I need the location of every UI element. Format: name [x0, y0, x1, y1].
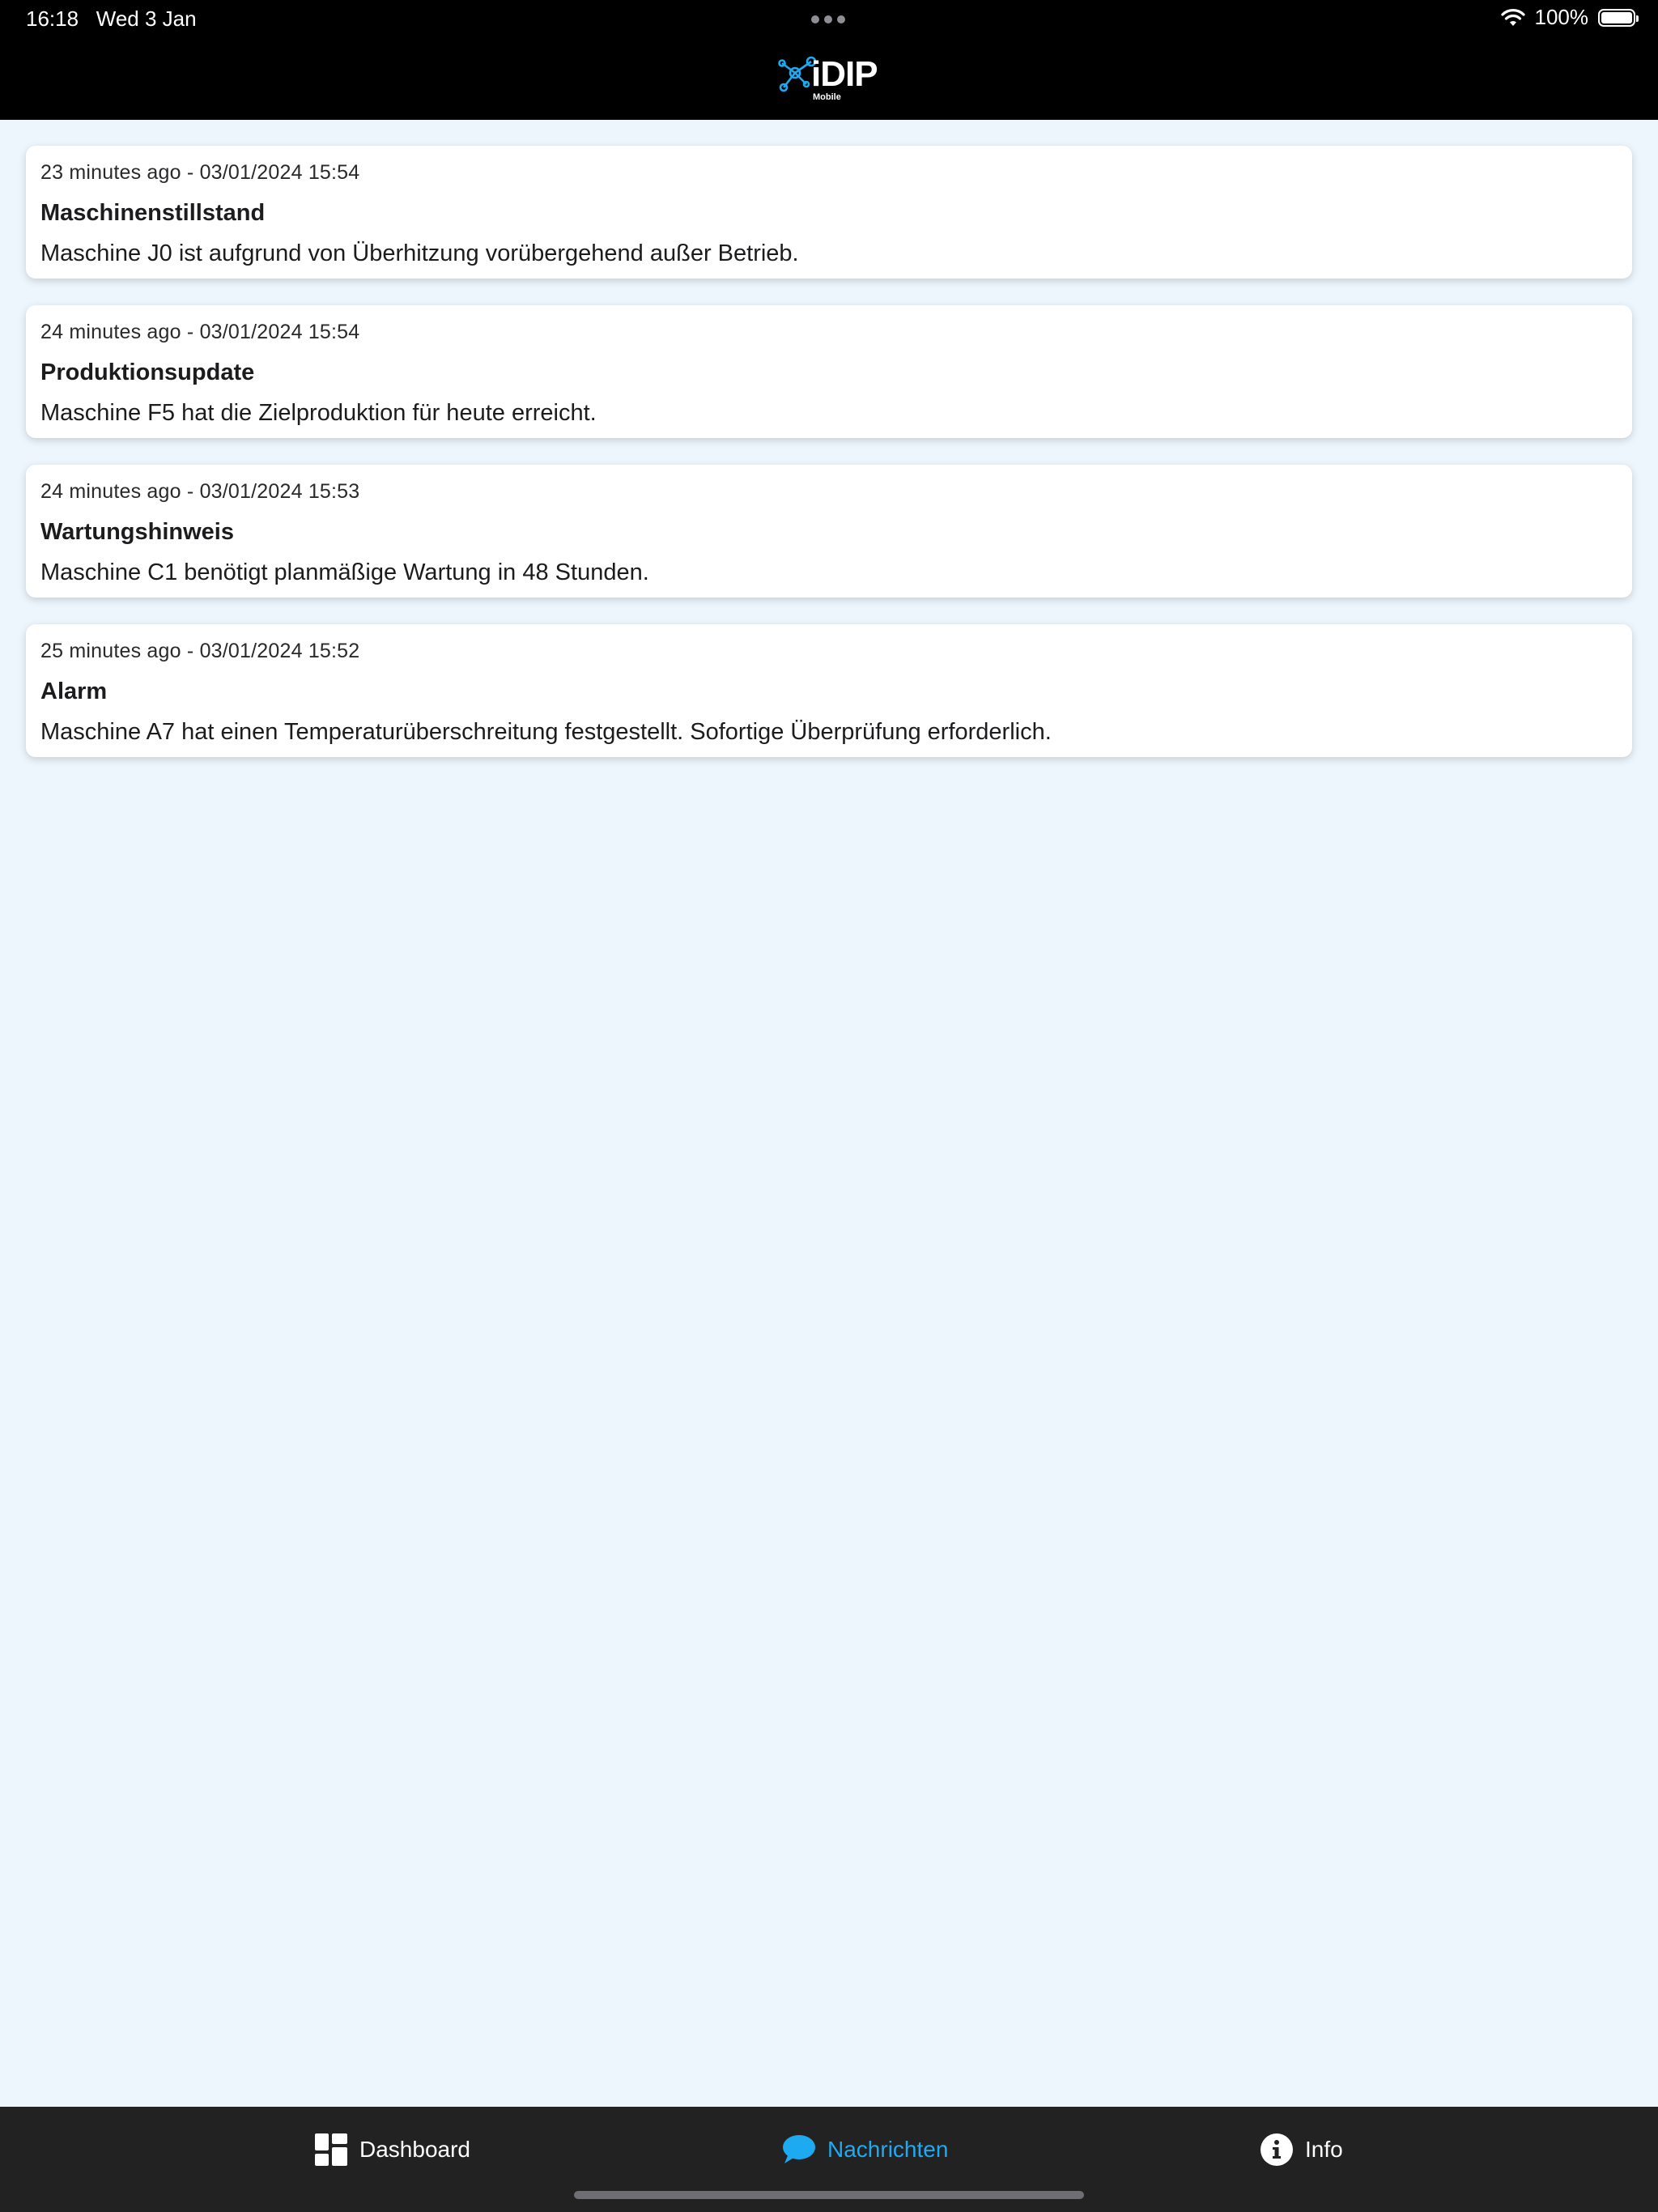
wifi-icon — [1500, 8, 1525, 26]
message-card[interactable]: 24 minutes ago - 03/01/2024 15:53 Wartun… — [26, 465, 1632, 598]
top-bar: 16:18 Wed 3 Jan 100% iDIP Mobile — [0, 0, 1658, 120]
message-title: Wartungshinweis — [40, 519, 234, 545]
message-list: 23 minutes ago - 03/01/2024 15:54 Maschi… — [26, 146, 1632, 784]
status-clock: 16:18 — [26, 6, 79, 31]
info-icon — [1261, 2133, 1293, 2166]
message-title: Alarm — [40, 678, 108, 704]
chat-bubble-icon — [783, 2135, 815, 2163]
battery-percentage: 100% — [1534, 5, 1589, 29]
message-timestamp: 23 minutes ago - 03/01/2024 15:54 — [40, 161, 360, 184]
message-title: Maschinenstillstand — [40, 200, 266, 226]
message-body: Maschine A7 hat einen Temperaturüberschr… — [40, 719, 1052, 745]
message-card[interactable]: 24 minutes ago - 03/01/2024 15:54 Produk… — [26, 305, 1632, 438]
status-time: 16:18 Wed 3 Jan — [26, 6, 197, 32]
more-dots-icon[interactable] — [811, 15, 845, 23]
logo-text: iDIP — [811, 54, 878, 94]
status-date: Wed 3 Jan — [96, 6, 197, 31]
message-timestamp: 24 minutes ago - 03/01/2024 15:54 — [40, 321, 360, 343]
message-body: Maschine F5 hat die Zielproduktion für h… — [40, 400, 597, 426]
tab-label: Nachrichten — [827, 2137, 949, 2162]
home-indicator[interactable] — [574, 2191, 1084, 2199]
network-nodes-icon — [778, 56, 816, 92]
message-card[interactable]: 23 minutes ago - 03/01/2024 15:54 Maschi… — [26, 146, 1632, 279]
battery-icon — [1598, 8, 1639, 27]
tab-info[interactable]: Info — [1260, 2129, 1343, 2170]
tab-label: Dashboard — [359, 2137, 470, 2162]
dashboard-icon — [315, 2133, 347, 2166]
message-body: Maschine C1 benötigt planmäßige Wartung … — [40, 559, 649, 585]
tab-label: Info — [1305, 2137, 1343, 2162]
tab-nachrichten[interactable]: Nachrichten — [780, 2129, 948, 2170]
app-logo: iDIP Mobile — [776, 55, 882, 105]
message-timestamp: 24 minutes ago - 03/01/2024 15:53 — [40, 480, 360, 503]
message-timestamp: 25 minutes ago - 03/01/2024 15:52 — [40, 640, 360, 662]
message-body: Maschine J0 ist aufgrund von Überhitzung… — [40, 240, 799, 266]
tab-dashboard[interactable]: Dashboard — [314, 2129, 470, 2170]
message-card[interactable]: 25 minutes ago - 03/01/2024 15:52 Alarm … — [26, 624, 1632, 757]
tab-bar: Dashboard Nachrichten Info — [0, 2107, 1658, 2212]
logo-subtext: Mobile — [813, 92, 841, 102]
message-title: Produktionsupdate — [40, 359, 255, 385]
status-indicators: 100% — [1500, 5, 1639, 30]
